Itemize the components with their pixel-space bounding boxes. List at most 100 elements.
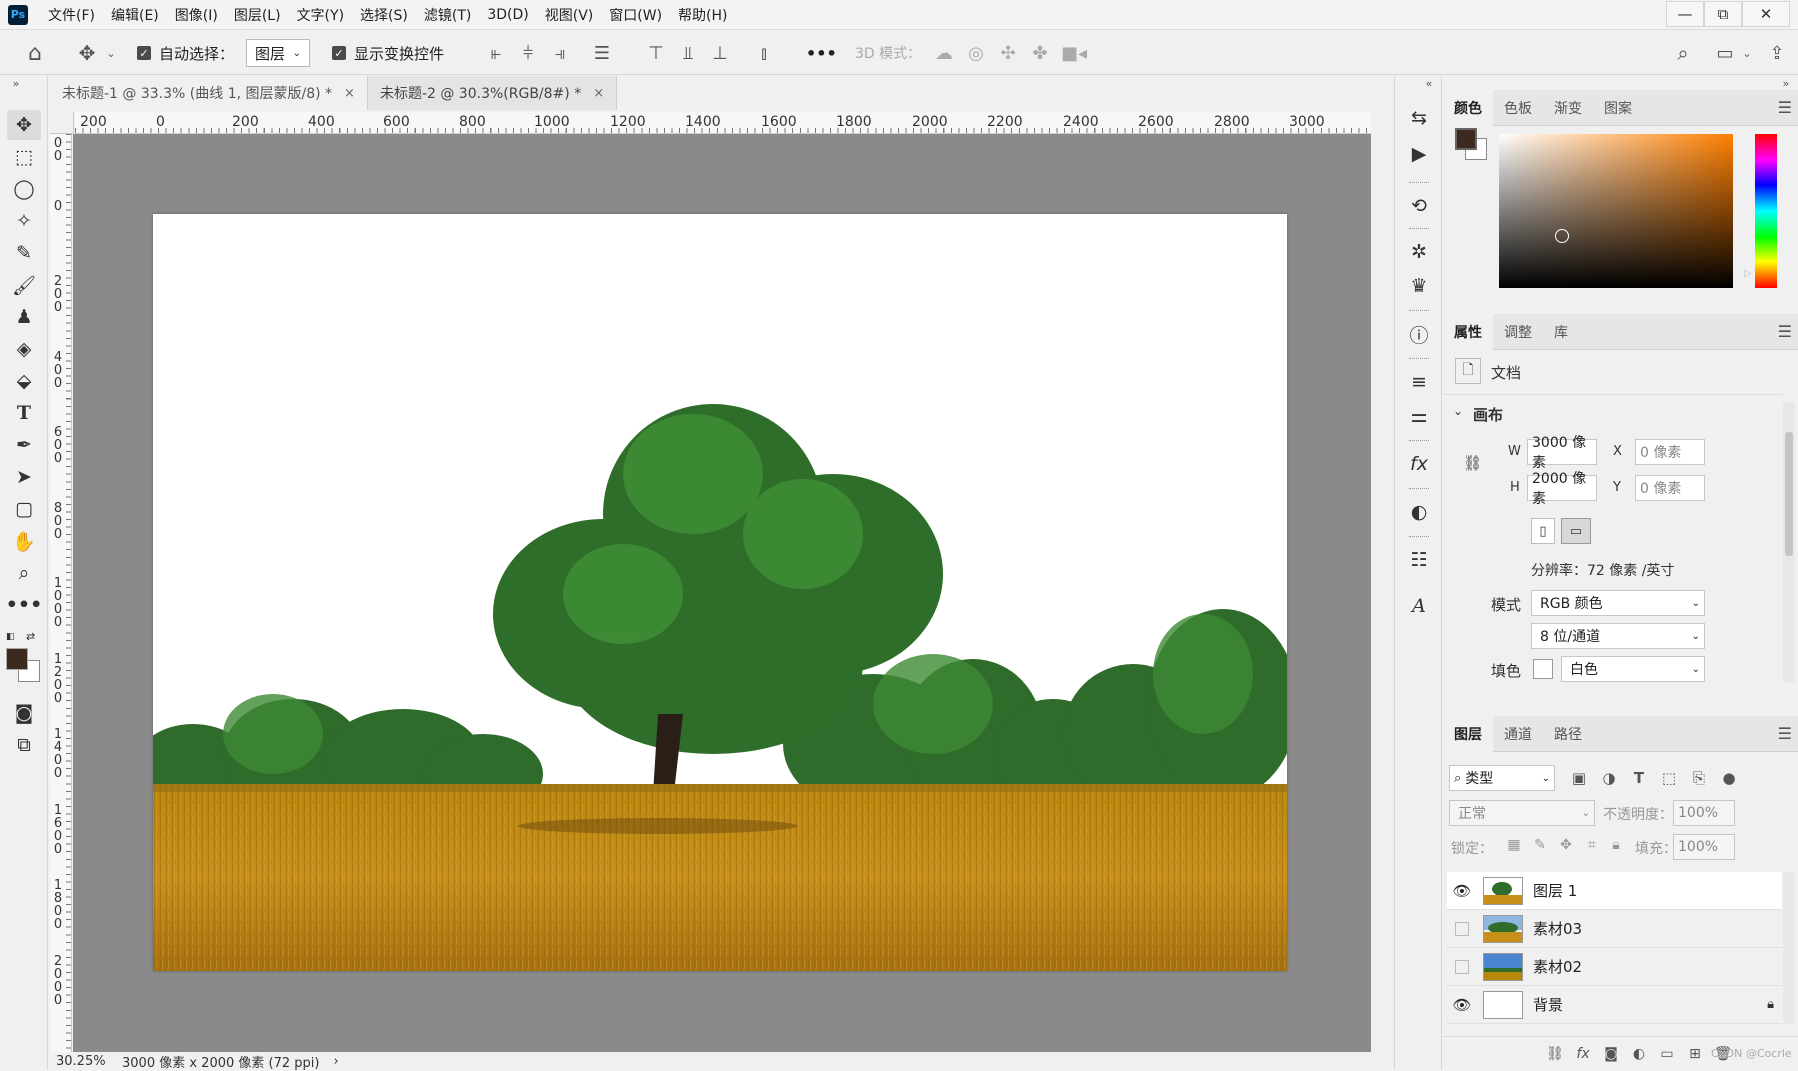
tab-document-2[interactable]: 未标题-2 @ 30.3%(RGB/8#) * × <box>367 76 618 110</box>
paragraph-icon[interactable]: ☷ <box>1403 544 1435 576</box>
restore-button[interactable]: ⧉ <box>1704 1 1742 27</box>
collapse-panels-icon[interactable]: » <box>1778 76 1794 90</box>
align-bottom-icon[interactable]: ⊥ <box>708 41 732 65</box>
filter-toggle-icon[interactable]: ● <box>1717 766 1741 790</box>
brush-presets-icon[interactable]: ≡ <box>1403 366 1435 398</box>
history-icon[interactable]: ⟲ <box>1403 190 1435 222</box>
visibility-eye-icon[interactable]: 👁︎ <box>1447 996 1477 1014</box>
3d-camera-icon[interactable]: ■◂ <box>1060 41 1088 65</box>
layer-row[interactable]: 👁︎ 图层 1 <box>1447 872 1782 910</box>
lock-pixels-icon[interactable]: ✎ <box>1529 834 1551 856</box>
adjust-sliders-icon[interactable]: ⚌ <box>1403 400 1435 432</box>
smart-object-filter-icon[interactable]: ⎘ <box>1687 766 1711 790</box>
default-colors-icon[interactable]: ◧ <box>6 632 16 642</box>
tab-swatches[interactable]: 色板 <box>1493 90 1543 126</box>
canvas-width-field[interactable]: 3000 像素 <box>1527 435 1597 471</box>
stamp-tool-icon[interactable]: ♟ <box>7 302 41 332</box>
blend-mode-dropdown[interactable]: 正常 ⌄ <box>1449 800 1595 826</box>
share-icon[interactable]: ⇪ <box>1762 39 1792 67</box>
link-icon[interactable]: ⛓ <box>1463 454 1482 472</box>
menu-view[interactable]: 视图(V) <box>537 5 602 25</box>
chevron-down-icon[interactable]: ⌄ <box>1453 404 1463 418</box>
pixel-layer-filter-icon[interactable]: ▣ <box>1567 766 1591 790</box>
type-filter-icon[interactable]: T <box>1627 766 1651 790</box>
lock-position-icon[interactable]: ✥ <box>1555 834 1577 856</box>
eyedropper-tool-icon[interactable]: ✎ <box>7 238 41 268</box>
tab-patterns[interactable]: 图案 <box>1593 90 1643 126</box>
hue-slider-handle-icon[interactable]: ▷ <box>1744 268 1752 279</box>
menu-type[interactable]: 文字(Y) <box>289 5 352 25</box>
align-right-icon[interactable]: ⫣ <box>548 41 572 65</box>
tab-layers[interactable]: 图层 <box>1443 715 1493 752</box>
new-layer-icon[interactable]: ⊞ <box>1683 1043 1707 1065</box>
status-menu-icon[interactable]: › <box>333 1054 338 1069</box>
lasso-tool-icon[interactable]: ◯ <box>7 174 41 204</box>
more-options-button[interactable]: ••• <box>806 31 837 75</box>
panel-menu-icon[interactable]: ☰ <box>1778 724 1792 743</box>
quick-mask-icon[interactable]: ◙ <box>7 698 41 728</box>
menu-filter[interactable]: 滤镜(T) <box>416 5 479 25</box>
panel-menu-icon[interactable]: ☰ <box>1778 322 1792 341</box>
horizontal-ruler[interactable]: 200 0 200 400 600 800 1000 1200 1400 160… <box>75 112 1371 134</box>
info-icon[interactable]: ⓘ <box>1403 318 1435 350</box>
visibility-eye-icon[interactable]: 👁︎ <box>1447 882 1477 900</box>
hand-tool-icon[interactable]: ✋ <box>7 526 41 556</box>
add-mask-icon[interactable]: ◙ <box>1599 1043 1623 1065</box>
foreground-color-swatch[interactable] <box>1455 128 1477 150</box>
lock-transparent-icon[interactable]: ▦ <box>1503 834 1525 856</box>
minimize-button[interactable]: — <box>1666 1 1704 27</box>
new-group-icon[interactable]: ▭ <box>1655 1043 1679 1065</box>
layers-scrollbar[interactable] <box>1783 872 1795 1024</box>
menu-file[interactable]: 文件(F) <box>40 5 103 25</box>
expand-toolbar-icon[interactable]: » <box>6 76 26 90</box>
color-mode-dropdown[interactable]: RGB 颜色 ⌄ <box>1531 590 1705 616</box>
chevron-down-icon[interactable]: ⌄ <box>104 43 118 63</box>
distribute-vertical-icon[interactable]: ⫾ <box>752 41 776 65</box>
menu-edit[interactable]: 编辑(E) <box>103 5 167 25</box>
bit-depth-dropdown[interactable]: 8 位/通道 ⌄ <box>1531 623 1705 649</box>
move-tool-icon[interactable]: ✥ <box>7 110 41 140</box>
fill-color-swatch[interactable] <box>1533 659 1553 679</box>
color-field[interactable] <box>1499 134 1733 288</box>
menu-help[interactable]: 帮助(H) <box>670 5 735 25</box>
collapse-dock-icon[interactable]: « <box>1421 76 1437 90</box>
3d-orbit-icon[interactable]: ☁ <box>932 41 956 65</box>
layer-row[interactable]: 素材03 <box>1447 910 1782 948</box>
tab-paths[interactable]: 路径 <box>1543 716 1593 752</box>
adjustment-filter-icon[interactable]: ◑ <box>1597 766 1621 790</box>
canvas-y-field[interactable]: 0 像素 <box>1635 475 1705 501</box>
glyphs-icon[interactable]: A <box>1403 590 1435 622</box>
menu-3d[interactable]: 3D(D) <box>479 7 536 23</box>
screen-mode-icon[interactable]: ⧉ <box>7 730 41 760</box>
layer-filter-dropdown[interactable]: ⌕ 类型 ⌄ <box>1449 765 1555 791</box>
document-canvas[interactable] <box>153 214 1287 971</box>
canvas-height-field[interactable]: 2000 像素 <box>1527 471 1597 507</box>
distribute-icon[interactable]: ☰ <box>590 41 614 65</box>
close-icon[interactable]: × <box>593 86 604 101</box>
canvas-workspace[interactable] <box>73 134 1371 1052</box>
menu-image[interactable]: 图像(I) <box>167 5 226 25</box>
hue-slider[interactable] <box>1755 134 1777 288</box>
opacity-field[interactable]: 100% <box>1673 800 1735 826</box>
swap-colors-icon[interactable]: ⇄ <box>26 630 40 643</box>
search-icon[interactable]: ⌕ <box>1668 39 1698 67</box>
align-top-icon[interactable]: ⊤ <box>644 41 668 65</box>
tab-color[interactable]: 颜色 <box>1443 89 1493 126</box>
close-icon[interactable]: × <box>344 86 355 101</box>
menu-select[interactable]: 选择(S) <box>352 5 416 25</box>
workspace-icon[interactable]: ▭ <box>1710 39 1740 67</box>
clone-source-icon[interactable]: ◐ <box>1403 496 1435 528</box>
canvas-x-field[interactable]: 0 像素 <box>1635 439 1705 465</box>
3d-roll-icon[interactable]: ◎ <box>964 41 988 65</box>
color-picker-cursor[interactable] <box>1555 229 1569 243</box>
history-states-icon[interactable]: ⇆ <box>1403 102 1435 134</box>
tab-gradients[interactable]: 渐变 <box>1543 90 1593 126</box>
scrollbar-thumb[interactable] <box>1785 432 1793 556</box>
layer-row[interactable]: 素材02 <box>1447 948 1782 986</box>
rectangle-tool-icon[interactable]: ▢ <box>7 494 41 524</box>
fill-dropdown[interactable]: 白色 ⌄ <box>1561 656 1705 682</box>
brushes-icon[interactable]: ♛ <box>1403 270 1435 302</box>
ruler-origin[interactable] <box>50 112 74 134</box>
pen-tool-icon[interactable]: ✒ <box>7 430 41 460</box>
visibility-toggle-off[interactable] <box>1455 921 1469 936</box>
